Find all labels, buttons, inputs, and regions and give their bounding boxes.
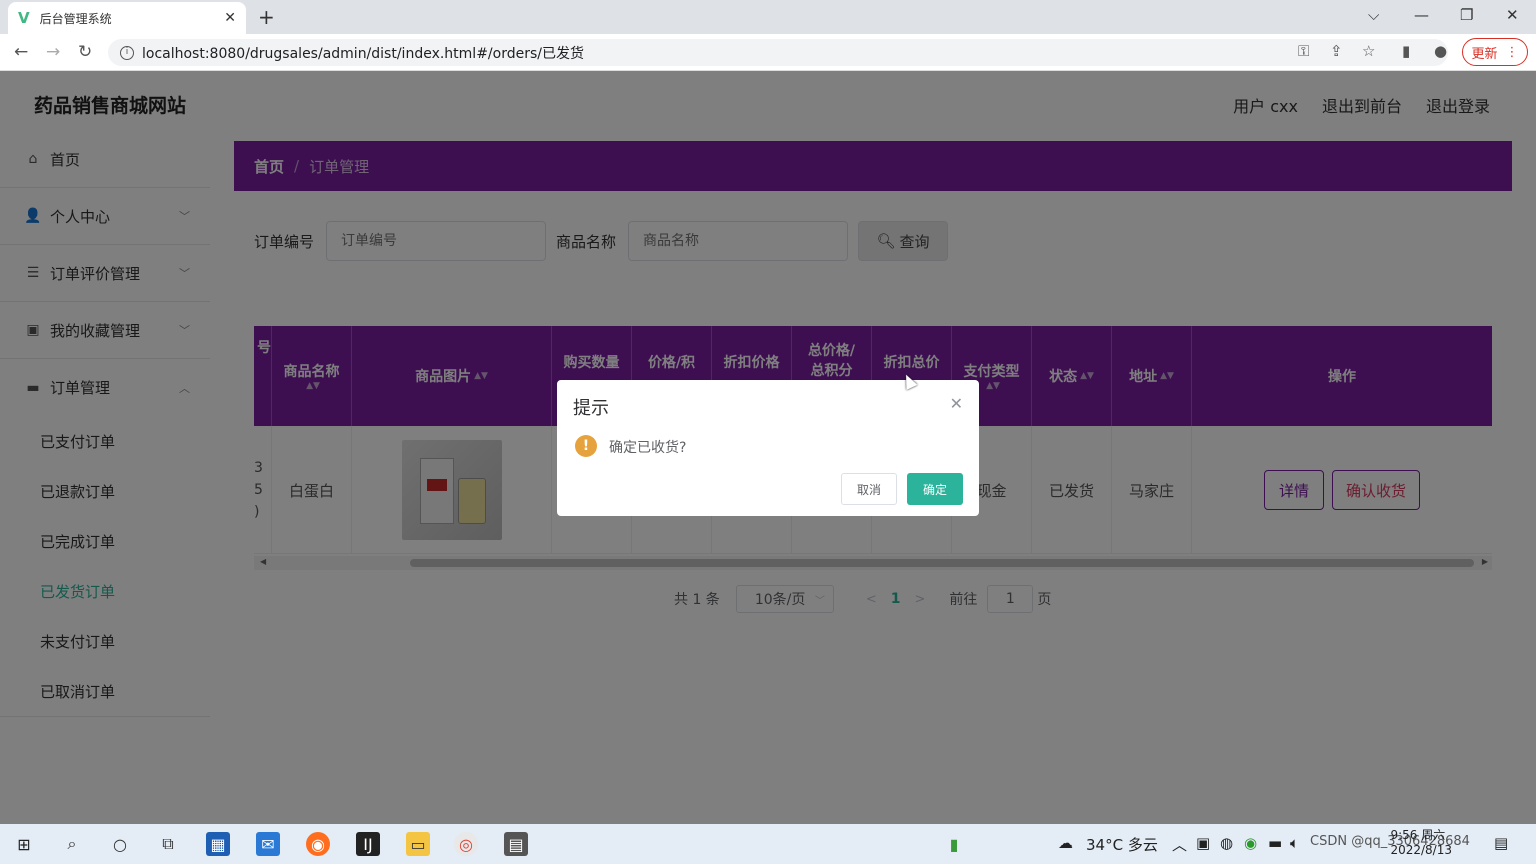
dialog-message: 确定已收货? [609,440,687,456]
new-tab-button[interactable]: + [258,5,275,29]
tab-title: 后台管理系统 [39,11,112,26]
windows-start-icon[interactable]: ⊞ [12,832,36,856]
restore-icon[interactable]: ❐ [1460,6,1473,24]
volume-icon[interactable]: 🔈︎ [1290,834,1299,852]
url-input[interactable]: i localhost:8080/drugsales/admin/dist/in… [108,39,1448,66]
address-bar: ← → ↻ i localhost:8080/drugsales/admin/d… [0,34,1536,71]
tab-close-icon[interactable]: ✕ [224,10,236,26]
side-panel-icon[interactable]: ▮ [1402,42,1410,60]
intellij-icon[interactable]: IJ [356,832,380,856]
file-explorer-icon[interactable]: ▭ [406,832,430,856]
browser-tab[interactable]: V 后台管理系统 ✕ [8,2,246,34]
back-icon[interactable]: ← [14,42,28,62]
app-icon[interactable]: ▤ [504,832,528,856]
notification-icon[interactable]: ▤ [1494,834,1508,852]
windows-taskbar: ⊞ ⌕ ○ ⧉ ▦ ✉ ◉ IJ ▭ ◎ ▤ ▮ ☁ 34°C 多云 ︿ ▣ ◍… [0,824,1536,864]
clock-date: 2022/8/13 [1390,843,1452,857]
key-icon[interactable]: ⚿ [1298,42,1309,60]
reload-icon[interactable]: ↻ [78,42,92,62]
update-label: 更新 [1471,46,1498,62]
close-icon[interactable]: ✕ [950,394,963,413]
tray-expand-icon[interactable]: ︿ [1172,834,1187,855]
task-view-icon[interactable]: ⧉ [156,832,180,856]
cortana-icon[interactable]: ○ [108,832,132,856]
qq-icon[interactable]: ◍ [1220,834,1233,852]
browser-tab-bar: V 后台管理系统 ✕ + ⌵ — ❐ ✕ [0,0,1536,34]
bookmark-star-icon[interactable]: ☆ [1362,42,1375,60]
tray-app-icon[interactable]: ▣ [1196,834,1210,852]
battery-icon[interactable]: ▮ [942,832,966,856]
minimize-icon[interactable]: — [1414,6,1429,24]
update-button[interactable]: 更新 ⋮ [1462,38,1528,66]
weather-icon: ☁ [1058,834,1073,852]
confirm-button[interactable]: 确定 [907,473,963,505]
profile-icon[interactable]: ● [1434,42,1447,60]
vue-logo-icon: V [18,9,30,27]
firefox-icon[interactable]: ◉ [306,832,330,856]
more-menu-icon: ⋮ [1505,44,1519,60]
chrome-icon[interactable]: ◎ [454,832,478,856]
battery-tray-icon[interactable]: ▬ [1268,834,1282,852]
dialog-title: 提示 [573,398,609,419]
tab-search-icon[interactable]: ⌵ [1368,6,1379,24]
weather-text[interactable]: 34°C 多云 [1086,834,1158,855]
confirm-dialog: 提示 ✕ ! 确定已收货? 取消 确定 [557,380,979,516]
store-icon[interactable]: ▦ [206,832,230,856]
share-icon[interactable]: ⇪ [1330,42,1343,60]
cancel-button[interactable]: 取消 [841,473,897,505]
mail-icon[interactable]: ✉ [256,832,280,856]
warning-icon: ! [575,435,597,457]
search-icon[interactable]: ⌕ [60,832,84,856]
system-clock[interactable]: 9:56 周六 2022/8/13 [1390,828,1452,858]
tray-app-icon[interactable]: ◉ [1244,834,1257,852]
forward-icon[interactable]: → [46,42,60,62]
site-info-icon[interactable]: i [120,45,134,60]
clock-time: 9:56 周六 [1390,828,1446,842]
close-window-icon[interactable]: ✕ [1506,6,1519,24]
url-text: localhost:8080/drugsales/admin/dist/inde… [142,45,584,62]
